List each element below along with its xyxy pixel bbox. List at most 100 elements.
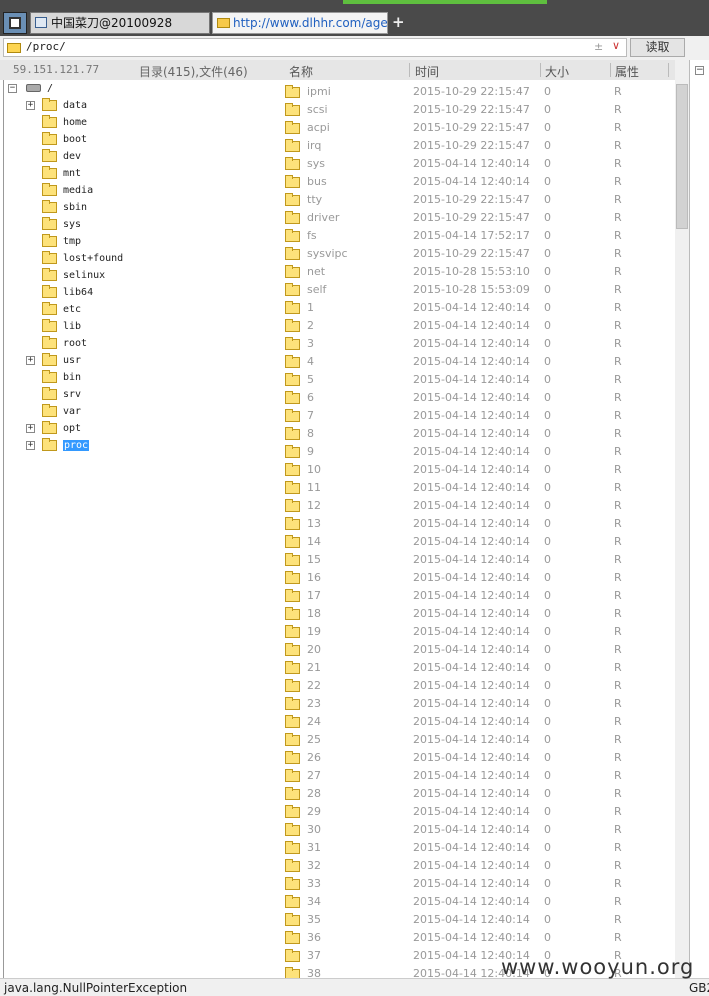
column-divider[interactable] [409, 63, 410, 77]
file-row[interactable]: 4 2015-04-14 12:40:14 0 R [280, 353, 675, 371]
folder-icon [285, 769, 300, 782]
column-divider[interactable] [610, 63, 611, 77]
file-row[interactable]: driver 2015-10-29 22:15:47 0 R [280, 209, 675, 227]
header-size[interactable]: 大小 [545, 63, 569, 80]
file-name: 18 [307, 607, 321, 620]
file-row[interactable]: 33 2015-04-14 12:40:14 0 R [280, 875, 675, 893]
collapse-icon[interactable]: − [8, 84, 17, 93]
file-row[interactable]: 26 2015-04-14 12:40:14 0 R [280, 749, 675, 767]
folder-icon [42, 199, 57, 213]
file-size: 0 [544, 319, 551, 332]
file-time: 2015-04-14 12:40:14 [413, 319, 530, 332]
file-row[interactable]: irq 2015-10-29 22:15:47 0 R [280, 137, 675, 155]
file-row[interactable]: tty 2015-10-29 22:15:47 0 R [280, 191, 675, 209]
file-row[interactable]: net 2015-10-28 15:53:10 0 R [280, 263, 675, 281]
column-divider[interactable] [540, 63, 541, 77]
file-row[interactable]: 35 2015-04-14 12:40:14 0 R [280, 911, 675, 929]
expand-icon[interactable]: + [26, 356, 35, 365]
file-name: 20 [307, 643, 321, 656]
app-menu-button[interactable] [3, 12, 27, 34]
new-tab-button[interactable]: + [392, 13, 405, 31]
tree-item-label: usr [63, 355, 82, 366]
file-row[interactable]: 31 2015-04-14 12:40:14 0 R [280, 839, 675, 857]
file-time: 2015-04-14 12:40:14 [413, 535, 530, 548]
vertical-scrollbar[interactable] [675, 60, 689, 978]
file-row[interactable]: acpi 2015-10-29 22:15:47 0 R [280, 119, 675, 137]
file-row[interactable]: 13 2015-04-14 12:40:14 0 R [280, 515, 675, 533]
file-row[interactable]: 1 2015-04-14 12:40:14 0 R [280, 299, 675, 317]
file-row[interactable]: 20 2015-04-14 12:40:14 0 R [280, 641, 675, 659]
file-attr: R [614, 103, 622, 116]
header-time[interactable]: 时间 [415, 63, 439, 80]
file-size: 0 [544, 193, 551, 206]
file-row[interactable]: 23 2015-04-14 12:40:14 0 R [280, 695, 675, 713]
file-row[interactable]: 29 2015-04-14 12:40:14 0 R [280, 803, 675, 821]
file-time: 2015-04-14 12:40:14 [413, 607, 530, 620]
plus-minus-icon[interactable]: ± [594, 40, 603, 53]
file-row[interactable]: 27 2015-04-14 12:40:14 0 R [280, 767, 675, 785]
file-row[interactable]: 7 2015-04-14 12:40:14 0 R [280, 407, 675, 425]
read-button[interactable]: 读取 [630, 38, 685, 57]
file-attr: R [614, 589, 622, 602]
file-row[interactable]: 12 2015-04-14 12:40:14 0 R [280, 497, 675, 515]
header-attr[interactable]: 属性 [615, 63, 639, 80]
file-row[interactable]: bus 2015-04-14 12:40:14 0 R [280, 173, 675, 191]
collapse-icon[interactable]: − [695, 66, 704, 75]
encoding-label[interactable]: GB2 [689, 981, 709, 995]
file-size: 0 [544, 625, 551, 638]
file-row[interactable]: 21 2015-04-14 12:40:14 0 R [280, 659, 675, 677]
file-size: 0 [544, 787, 551, 800]
file-row[interactable]: 18 2015-04-14 12:40:14 0 R [280, 605, 675, 623]
file-size: 0 [544, 121, 551, 134]
file-time: 2015-04-14 12:40:14 [413, 859, 530, 872]
file-size: 0 [544, 877, 551, 890]
file-row[interactable]: 8 2015-04-14 12:40:14 0 R [280, 425, 675, 443]
file-row[interactable]: self 2015-10-28 15:53:09 0 R [280, 281, 675, 299]
expand-icon[interactable]: + [26, 101, 35, 110]
file-row[interactable]: 22 2015-04-14 12:40:14 0 R [280, 677, 675, 695]
file-row[interactable]: ipmi 2015-10-29 22:15:47 0 R [280, 83, 675, 101]
file-row[interactable]: 16 2015-04-14 12:40:14 0 R [280, 569, 675, 587]
folder-icon [285, 247, 300, 260]
file-name: 28 [307, 787, 321, 800]
chevron-down-icon[interactable]: ∨ [612, 39, 620, 52]
file-row[interactable]: sys 2015-04-14 12:40:14 0 R [280, 155, 675, 173]
file-row[interactable]: 30 2015-04-14 12:40:14 0 R [280, 821, 675, 839]
file-row[interactable]: 19 2015-04-14 12:40:14 0 R [280, 623, 675, 641]
file-row[interactable]: 9 2015-04-14 12:40:14 0 R [280, 443, 675, 461]
header-name[interactable]: 名称 [289, 63, 313, 80]
scrollbar-thumb[interactable] [676, 84, 688, 229]
column-divider[interactable] [668, 63, 669, 77]
file-time: 2015-04-14 12:40:14 [413, 481, 530, 494]
file-row[interactable]: 32 2015-04-14 12:40:14 0 R [280, 857, 675, 875]
file-time: 2015-04-14 12:40:14 [413, 301, 530, 314]
file-row[interactable]: 15 2015-04-14 12:40:14 0 R [280, 551, 675, 569]
folder-icon [42, 182, 57, 196]
expand-icon[interactable]: + [26, 424, 35, 433]
file-name: 12 [307, 499, 321, 512]
file-row[interactable]: 34 2015-04-14 12:40:14 0 R [280, 893, 675, 911]
file-row[interactable]: 6 2015-04-14 12:40:14 0 R [280, 389, 675, 407]
file-row[interactable]: sysvipc 2015-10-29 22:15:47 0 R [280, 245, 675, 263]
watermark: www.wooyun.org [501, 955, 695, 979]
file-row[interactable]: 5 2015-04-14 12:40:14 0 R [280, 371, 675, 389]
tab-caidao[interactable]: 中国菜刀@20100928 [30, 12, 210, 34]
file-row[interactable]: scsi 2015-10-29 22:15:47 0 R [280, 101, 675, 119]
file-row[interactable]: 2 2015-04-14 12:40:14 0 R [280, 317, 675, 335]
file-row[interactable]: 14 2015-04-14 12:40:14 0 R [280, 533, 675, 551]
file-row[interactable]: 10 2015-04-14 12:40:14 0 R [280, 461, 675, 479]
folder-icon [285, 409, 300, 422]
file-row[interactable]: 11 2015-04-14 12:40:14 0 R [280, 479, 675, 497]
folder-icon [285, 553, 300, 566]
file-row[interactable]: 25 2015-04-14 12:40:14 0 R [280, 731, 675, 749]
file-row[interactable]: 3 2015-04-14 12:40:14 0 R [280, 335, 675, 353]
file-row[interactable]: 17 2015-04-14 12:40:14 0 R [280, 587, 675, 605]
file-row[interactable]: 28 2015-04-14 12:40:14 0 R [280, 785, 675, 803]
file-row[interactable]: 36 2015-04-14 12:40:14 0 R [280, 929, 675, 947]
expand-icon[interactable]: + [26, 441, 35, 450]
file-row[interactable]: 24 2015-04-14 12:40:14 0 R [280, 713, 675, 731]
file-size: 0 [544, 535, 551, 548]
file-row[interactable]: fs 2015-04-14 17:52:17 0 R [280, 227, 675, 245]
path-input[interactable]: /proc/ ± ∨ [3, 38, 627, 57]
tab-agent-url[interactable]: http://www.dlhhr.com/agent-... [212, 12, 388, 34]
